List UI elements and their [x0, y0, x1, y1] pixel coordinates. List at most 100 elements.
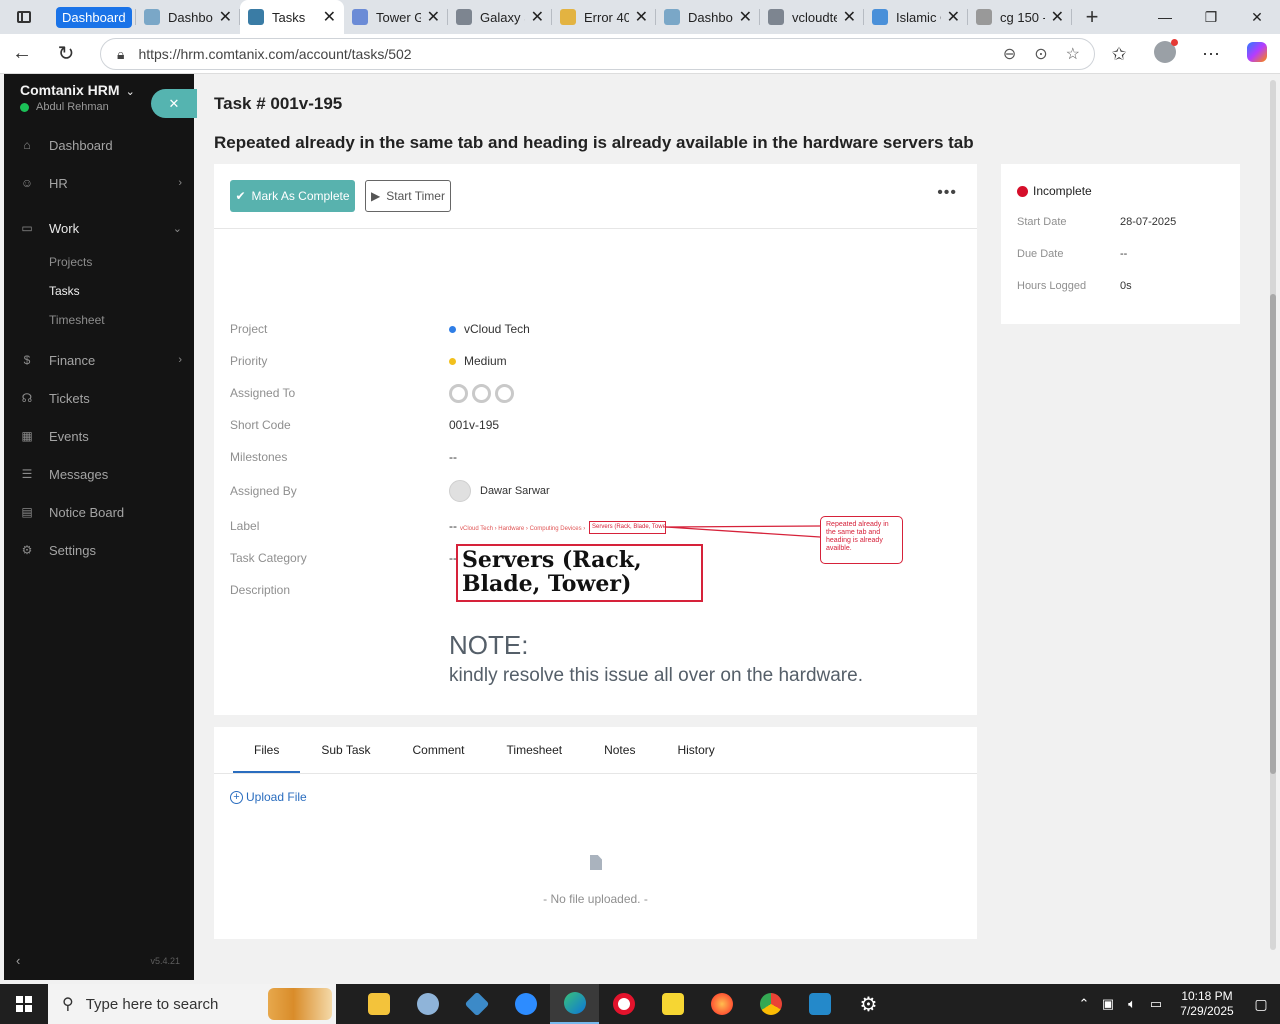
tab-title: Error 40 [584, 9, 629, 25]
clock[interactable]: 10:18 PM 7/29/2025 [1172, 989, 1242, 1019]
due-date-row: Due Date -- [1017, 248, 1127, 260]
start-button[interactable] [0, 984, 48, 1024]
window-controls: — ❐ ✕ [1142, 0, 1280, 34]
close-tab-icon[interactable]: ✕ [1051, 7, 1064, 27]
sidebar-subitem-tasks[interactable]: Tasks [4, 276, 194, 305]
reading-icon[interactable]: ⊙ [1034, 44, 1047, 64]
close-tab-icon[interactable]: ✕ [219, 7, 232, 27]
sidebar-item-notice-board[interactable]: ▤ Notice Board [4, 493, 194, 531]
close-tab-icon[interactable]: ✕ [635, 7, 648, 27]
app-button[interactable] [403, 984, 452, 1024]
assignee-avatar[interactable] [495, 383, 514, 403]
short-code-value: 001v-195 [449, 418, 500, 432]
assignee-avatar[interactable] [472, 383, 491, 403]
sidebar-item-tickets[interactable]: ☊ Tickets [4, 379, 194, 417]
mark-complete-button[interactable]: ✔ Mark As Complete [230, 180, 355, 212]
file-explorer-button[interactable] [354, 984, 403, 1024]
sidebar-menu: ⌂ Dashboard ☺ HR › ▭ Work ⌄ Projects Tasks Timeshe… [4, 126, 194, 569]
sticky-notes-button[interactable] [648, 984, 697, 1024]
browser-tab[interactable]: Tower G ✕ [344, 0, 448, 34]
reload-button[interactable]: ↻ [44, 34, 88, 74]
sidebar-subitem-timesheet[interactable]: Timesheet [4, 305, 194, 334]
vscode-button[interactable] [795, 984, 844, 1024]
tab-notes[interactable]: Notes [583, 727, 656, 773]
language-icon[interactable]: ▭ [1144, 996, 1168, 1012]
profile-button[interactable] [1142, 38, 1188, 68]
close-icon: ✕ [168, 95, 180, 111]
chrome-button[interactable] [746, 984, 795, 1024]
tab-actions-button[interactable] [0, 0, 48, 34]
assigner-avatar[interactable] [449, 480, 471, 502]
close-window-icon[interactable]: ✕ [1234, 0, 1280, 34]
app-icon [464, 991, 489, 1017]
browser-tab[interactable]: cg 150 - ✕ [968, 0, 1072, 34]
sidebar-item-messages[interactable]: ☰ Messages [4, 455, 194, 493]
back-button[interactable]: ← [0, 34, 44, 74]
project-value[interactable]: vCloud Tech [464, 322, 530, 336]
field-label: Milestones [230, 450, 288, 464]
sidebar-item-dashboard[interactable]: ⌂ Dashboard [4, 126, 194, 164]
browser-tab[interactable]: Error 40 ✕ [552, 0, 656, 34]
field-project: Project vCloud Tech [230, 319, 950, 339]
zoom-icon[interactable]: ⊖ [1003, 44, 1016, 64]
page-scrollbar-thumb[interactable] [1270, 294, 1276, 774]
close-sidebar-button[interactable]: ✕ [151, 89, 197, 118]
browser-tab[interactable]: Dashboard [48, 0, 136, 34]
close-tab-icon[interactable]: ✕ [323, 7, 336, 27]
settings-more-icon[interactable]: ⋯ [1188, 44, 1234, 65]
field-label: Description [230, 583, 291, 597]
settings-button[interactable]: ⚙ [844, 984, 893, 1024]
more-options-icon[interactable]: ••• [937, 184, 957, 202]
browser-tab[interactable]: Galaxy S ✕ [448, 0, 552, 34]
browser-tab[interactable]: Dashbo ✕ [656, 0, 760, 34]
volume-icon[interactable]: 🔈︎ [1120, 996, 1144, 1012]
tab-comment[interactable]: Comment [392, 727, 486, 773]
browser-tab[interactable]: Dashbo ✕ [136, 0, 240, 34]
new-tab-button[interactable]: + [1072, 4, 1112, 30]
opera-button[interactable] [599, 984, 648, 1024]
close-tab-icon[interactable]: ✕ [531, 7, 544, 27]
favorite-star-icon[interactable]: ☆ [1066, 44, 1080, 64]
sidebar-item-hr[interactable]: ☺ HR › [4, 164, 194, 202]
profile-avatar-icon [1154, 38, 1178, 63]
close-tab-icon[interactable]: ✕ [947, 7, 960, 27]
start-timer-button[interactable]: ▶ Start Timer [365, 180, 451, 212]
network-icon[interactable]: ▣ [1096, 996, 1120, 1012]
close-tab-icon[interactable]: ✕ [843, 7, 856, 27]
taskbar-search[interactable]: ⚲ Type here to search [48, 984, 336, 1024]
sidebar-subitem-projects[interactable]: Projects [4, 247, 194, 276]
favorites-icon[interactable]: ✩ [1096, 44, 1142, 65]
close-tab-icon[interactable]: ✕ [739, 7, 752, 27]
notifications-icon[interactable]: ▢ [1242, 996, 1280, 1013]
restore-icon[interactable]: ❐ [1188, 0, 1234, 34]
brand-dropdown[interactable]: Comtanix HRM ⌄ [20, 82, 135, 98]
tab-files[interactable]: Files [233, 727, 301, 773]
upload-file-button[interactable]: + Upload File [230, 790, 307, 804]
chevron-up-icon[interactable]: ⌃ [1072, 996, 1096, 1012]
tab-history[interactable]: History [656, 727, 735, 773]
assignee-avatar[interactable] [449, 383, 468, 403]
system-tray: ⌃ ▣ 🔈︎ ▭ 10:18 PM 7/29/2025 ▢ [1072, 984, 1280, 1024]
app-button[interactable] [452, 984, 501, 1024]
sidebar-item-events[interactable]: ▦ Events [4, 417, 194, 455]
sticky-notes-icon [661, 993, 684, 1015]
browser-tab[interactable]: Tasks ✕ [240, 0, 344, 34]
sidebar-item-work[interactable]: ▭ Work ⌄ [4, 209, 194, 247]
sidebar-item-finance[interactable]: $ Finance › [4, 341, 194, 379]
tab-timesheet[interactable]: Timesheet [486, 727, 584, 773]
plus-circle-icon: + [230, 790, 243, 804]
people-icon: ☺ [20, 176, 34, 190]
browser-tab[interactable]: vcloudte ✕ [760, 0, 864, 34]
address-bar[interactable]: 🔒︎ https://hrm.comtanix.com/account/task… [100, 38, 1095, 70]
copilot-button[interactable] [1234, 41, 1280, 67]
chevron-right-icon: › [178, 177, 182, 189]
minimize-icon[interactable]: — [1142, 0, 1188, 34]
firefox-button[interactable] [697, 984, 746, 1024]
collapse-sidebar-icon[interactable]: ‹ [16, 953, 20, 968]
edge-button[interactable] [550, 984, 599, 1024]
browser-tab[interactable]: Islamic C ✕ [864, 0, 968, 34]
sidebar-item-settings[interactable]: ⚙ Settings [4, 531, 194, 569]
tab-sub-task[interactable]: Sub Task [300, 727, 391, 773]
close-tab-icon[interactable]: ✕ [427, 7, 440, 27]
zoom-app-button[interactable] [501, 984, 550, 1024]
